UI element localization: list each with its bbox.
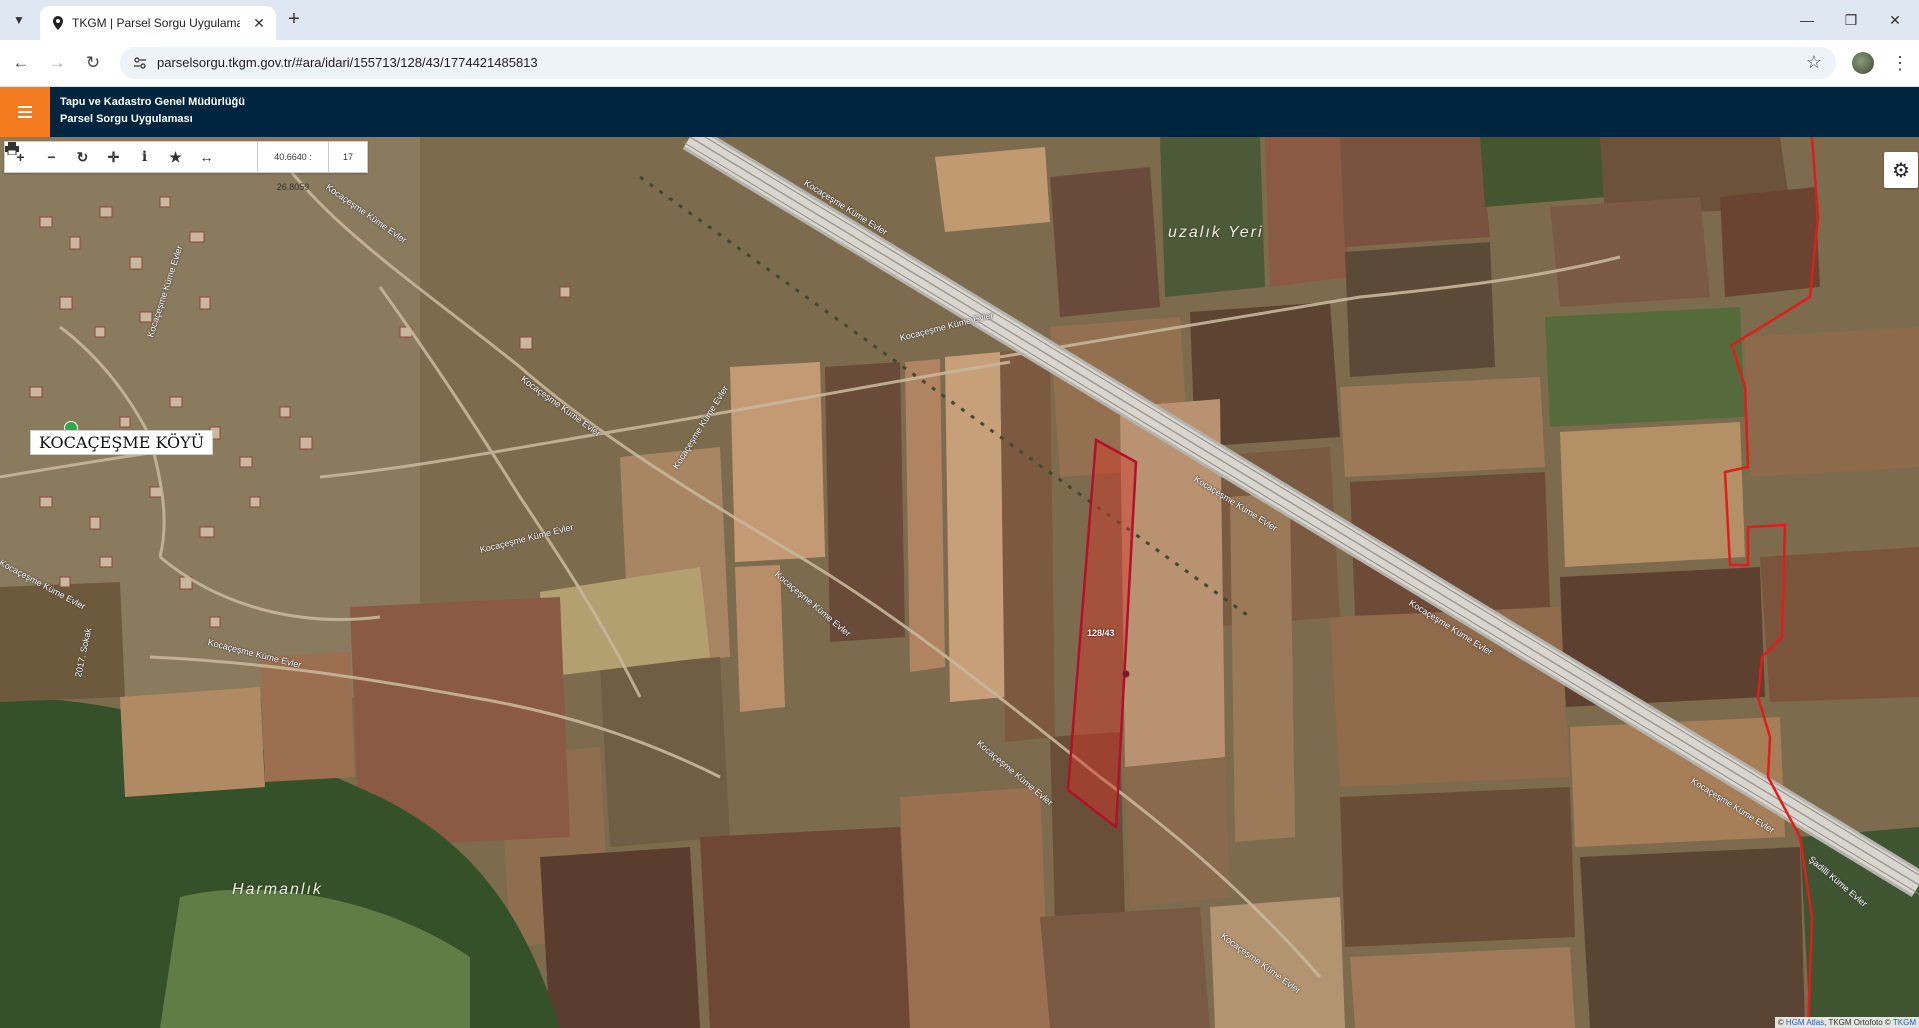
restore-icon[interactable]: ❐ <box>1837 8 1865 32</box>
close-icon[interactable]: ✕ <box>250 14 268 32</box>
app-name: Parsel Sorgu Uygulaması <box>60 113 193 125</box>
avatar[interactable] <box>1852 52 1874 74</box>
place-label: uzalık Yeri <box>1168 224 1264 241</box>
reload-icon[interactable]: ↻ <box>81 51 105 75</box>
attribution-text: , TKGM Ortofoto © <box>1824 1018 1891 1027</box>
window-close-icon[interactable]: ✕ <box>1881 8 1909 32</box>
plus-icon[interactable]: + <box>282 8 306 32</box>
measure-icon[interactable]: ↔ <box>191 142 222 172</box>
star-icon[interactable]: ☆ <box>1806 52 1822 73</box>
zoom-level: 17 <box>342 152 353 162</box>
url-text[interactable]: parselsorgu.tkgm.gov.tr/#ara/idari/15571… <box>157 55 538 70</box>
hgm-atlas-link[interactable]: HGM Atlas <box>1786 1018 1824 1027</box>
map-view[interactable]: + − ↻ ✛ i ★ ↔ 40.6640 : 26.8059 17 ⚙ KOC… <box>0 137 1919 1028</box>
place-label: Harmanlık <box>232 881 323 898</box>
village-label: KOCAÇEŞME KÖYÜ <box>30 430 214 455</box>
star-icon[interactable]: ★ <box>160 142 191 172</box>
minimize-icon[interactable]: — <box>1793 8 1821 32</box>
arrow-left-icon[interactable]: ← <box>9 51 33 75</box>
app-header: Tapu ve Kadastro Genel Müdürlüğü Parsel … <box>0 87 1919 137</box>
hamburger-menu-icon[interactable] <box>0 87 50 137</box>
map-attribution: © HGM Atlas, TKGM Ortofoto © TKGM <box>1774 1017 1919 1028</box>
print-icon[interactable] <box>5 142 253 172</box>
coordinate-readout: 40.6640 : 26.8059 <box>257 142 329 192</box>
tab-title: TKGM | Parsel Sorgu Uygulaması <box>72 16 240 30</box>
minus-icon[interactable]: − <box>36 142 67 172</box>
info-icon[interactable]: i <box>129 142 160 172</box>
chevron-down-icon[interactable]: ▼ <box>7 8 31 32</box>
address-bar[interactable]: parselsorgu.tkgm.gov.tr/#ara/idari/15571… <box>120 47 1836 79</box>
map-pin-icon <box>53 16 63 30</box>
parcel-label: 128/43 <box>1087 628 1115 638</box>
refresh-icon[interactable]: ↻ <box>67 142 98 172</box>
browser-tab[interactable]: TKGM | Parsel Sorgu Uygulaması ✕ <box>40 6 276 40</box>
tkgm-link[interactable]: TKGM <box>1893 1018 1916 1027</box>
crosshair-icon[interactable]: ✛ <box>98 142 129 172</box>
kebab-menu-icon[interactable]: ⋮ <box>1890 51 1910 75</box>
arrow-right-icon[interactable]: → <box>45 51 69 75</box>
attribution-prefix: © <box>1777 1018 1784 1027</box>
print-glyph <box>5 142 19 155</box>
site-info-icon[interactable] <box>132 55 148 71</box>
browser-toolbar: ← → ↻ parselsorgu.tkgm.gov.tr/#ara/idari… <box>0 40 1919 87</box>
map-toolbar: + − ↻ ✛ i ★ ↔ 40.6640 : 26.8059 17 <box>4 141 368 192</box>
org-name: Tapu ve Kadastro Genel Müdürlüğü <box>60 96 245 108</box>
gear-icon[interactable]: ⚙ <box>1884 152 1918 188</box>
browser-tab-strip: ▼ TKGM | Parsel Sorgu Uygulaması ✕ + — ❐… <box>0 0 1919 40</box>
parcel-vertex <box>1122 670 1130 678</box>
